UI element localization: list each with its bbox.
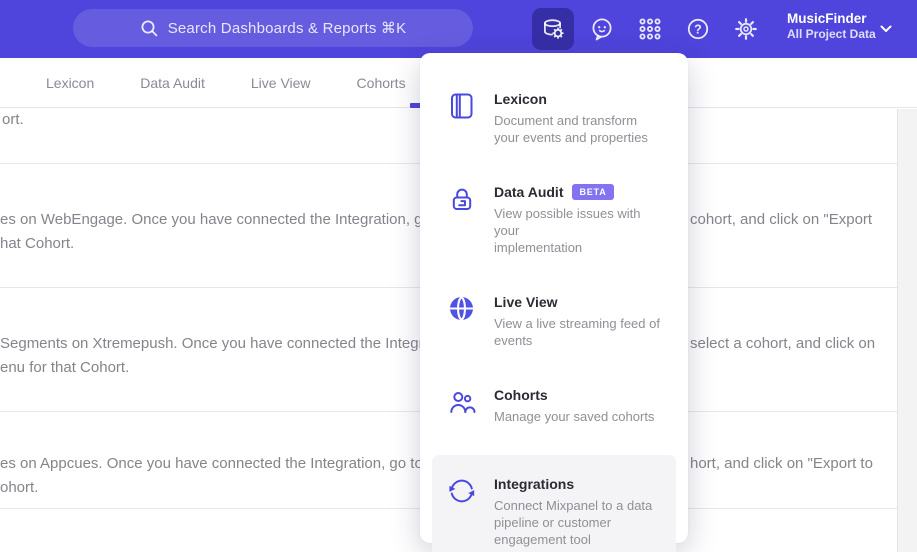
project-name: MusicFinder	[787, 11, 867, 26]
menu-item-description: View possible issues with your implement…	[494, 206, 641, 255]
book-icon	[446, 90, 478, 122]
search-input[interactable]: Search Dashboards & Reports ⌘K	[73, 9, 473, 47]
page-right-margin	[897, 109, 917, 552]
globe-icon	[446, 293, 478, 325]
menu-item-title: Integrations	[494, 476, 575, 492]
help-button[interactable]: ?	[677, 8, 719, 50]
menu-item-live-view[interactable]: Live View View a live streaming feed of …	[432, 281, 676, 361]
faq-text-fragment: ort.	[2, 111, 24, 128]
menu-item-description: Connect Mixpanel to a data pipeline or c…	[494, 498, 653, 547]
feedback-button[interactable]	[581, 8, 623, 50]
help-icon: ?	[687, 18, 709, 40]
sync-icon	[446, 475, 478, 507]
menu-item-title: Live View	[494, 294, 558, 310]
apps-grid-button[interactable]	[629, 8, 671, 50]
audit-lock-icon	[446, 183, 478, 215]
app-window: ort. es on WebEngage. Once you have conn…	[0, 0, 917, 552]
tab-cohorts[interactable]: Cohorts	[357, 75, 406, 91]
data-management-dropdown: Lexicon Document and transform your even…	[420, 53, 688, 552]
menu-item-description: Document and transform your events and p…	[494, 113, 648, 145]
faq-text-fragment: cohort, and click on "Export	[690, 211, 873, 228]
data-management-icon	[544, 19, 564, 39]
menu-item-title: Data Audit	[494, 184, 564, 200]
tab-lexicon[interactable]: Lexicon	[46, 75, 94, 91]
svg-text:?: ?	[694, 22, 702, 36]
menu-item-title: Lexicon	[494, 91, 547, 107]
beta-badge: BETA	[572, 184, 614, 200]
tab-live-view[interactable]: Live View	[251, 75, 311, 91]
search-icon	[141, 20, 157, 37]
faq-text-fragment: hort, and click on "Export to	[690, 455, 873, 472]
faq-text-fragment: ohort.	[0, 479, 39, 496]
project-switcher[interactable]: MusicFinder All Project Data	[787, 10, 876, 42]
menu-item-integrations[interactable]: Integrations Connect Mixpanel to a data …	[432, 455, 676, 552]
data-management-button[interactable]	[532, 8, 574, 50]
menu-item-description: View a live streaming feed of events	[494, 316, 660, 348]
feedback-icon	[592, 18, 612, 41]
menu-item-description: Manage your saved cohorts	[494, 409, 655, 424]
menu-item-lexicon[interactable]: Lexicon Document and transform your even…	[432, 78, 676, 158]
search-placeholder: Search Dashboards & Reports ⌘K	[167, 20, 407, 37]
project-subtitle: All Project Data	[787, 27, 876, 41]
settings-button[interactable]	[725, 8, 767, 50]
apps-grid-icon	[639, 18, 661, 40]
settings-icon	[735, 18, 757, 40]
top-navigation-bar: Search Dashboards & Reports ⌘K ? MusicFi…	[0, 0, 917, 58]
faq-text-fragment: Segments on Xtremepush. Once you have co…	[0, 335, 461, 352]
menu-item-title: Cohorts	[494, 387, 548, 403]
faq-text-fragment: select a cohort, and click on	[690, 335, 876, 352]
faq-text-fragment: es on Appcues. Once you have connected t…	[0, 455, 465, 472]
faq-text-fragment: enu for that Cohort.	[0, 359, 130, 376]
menu-item-cohorts[interactable]: Cohorts Manage your saved cohorts	[432, 374, 676, 437]
tab-data-audit[interactable]: Data Audit	[140, 75, 205, 91]
faq-text-fragment: es on WebEngage. Once you have connected…	[0, 211, 473, 228]
chevron-down-icon[interactable]	[879, 23, 893, 35]
people-icon	[446, 386, 478, 418]
faq-text-fragment: hat Cohort.	[0, 235, 75, 252]
menu-item-data-audit[interactable]: Data Audit BETA View possible issues wit…	[432, 171, 676, 268]
